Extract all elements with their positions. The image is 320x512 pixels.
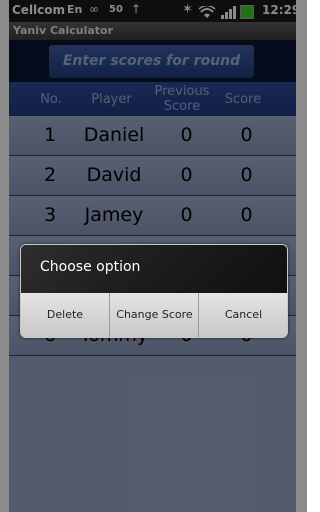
- choose-option-dialog: Choose option Delete Change Score Cancel: [20, 244, 288, 338]
- dialog-title: Choose option: [21, 245, 287, 293]
- delete-button[interactable]: Delete: [21, 293, 109, 337]
- cancel-button[interactable]: Cancel: [198, 293, 287, 337]
- change-score-button[interactable]: Change Score: [109, 293, 199, 337]
- dialog-button-bar: Delete Change Score Cancel: [21, 293, 287, 337]
